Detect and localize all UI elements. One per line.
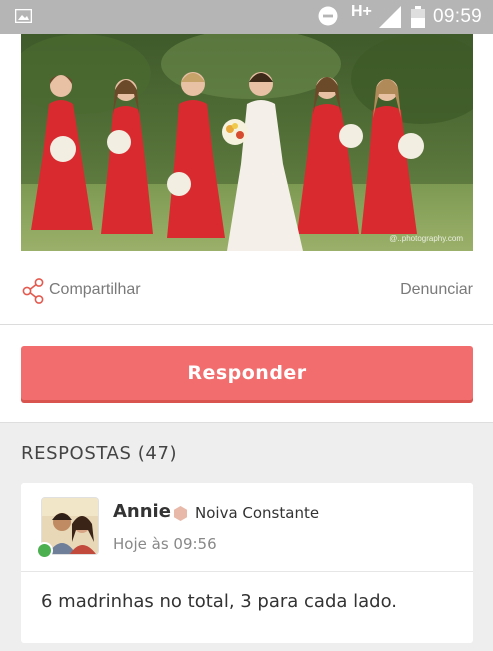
card-divider xyxy=(21,571,473,572)
bridal-party-image xyxy=(21,34,473,251)
signal-icon xyxy=(379,6,401,28)
answer-text: 6 madrinhas no total, 3 para cada lado. xyxy=(41,591,398,612)
share-link[interactable]: Compartilhar xyxy=(49,281,141,299)
online-status-dot xyxy=(36,542,53,559)
reply-button[interactable]: Responder xyxy=(21,346,473,400)
answer-card: Annie Noiva Constante Hoje às 09:56 6 ma… xyxy=(21,483,473,643)
author-name[interactable]: Annie xyxy=(113,501,171,522)
share-icon[interactable] xyxy=(22,278,44,304)
battery-icon xyxy=(411,6,425,28)
answers-heading: RESPOSTAS (47) xyxy=(21,443,178,464)
author-badge: Noiva Constante xyxy=(195,504,320,522)
photo-watermark: @..photography.com xyxy=(389,234,463,243)
status-bar: H+ 09:59 xyxy=(0,0,493,34)
report-link[interactable]: Denunciar xyxy=(400,281,473,299)
answer-timestamp: Hoje às 09:56 xyxy=(113,535,217,553)
do-not-disturb-icon xyxy=(318,6,338,26)
hexagon-badge-icon xyxy=(174,506,187,521)
divider xyxy=(0,324,493,325)
answers-section: RESPOSTAS (47) Annie Noiva Constante Hoj… xyxy=(0,422,493,651)
clock: 09:59 xyxy=(433,6,483,27)
image-icon xyxy=(15,9,32,23)
post-photo[interactable]: @..photography.com xyxy=(21,34,473,251)
network-type: H+ xyxy=(351,3,372,20)
post-actions: Compartilhar Denunciar xyxy=(0,262,493,318)
